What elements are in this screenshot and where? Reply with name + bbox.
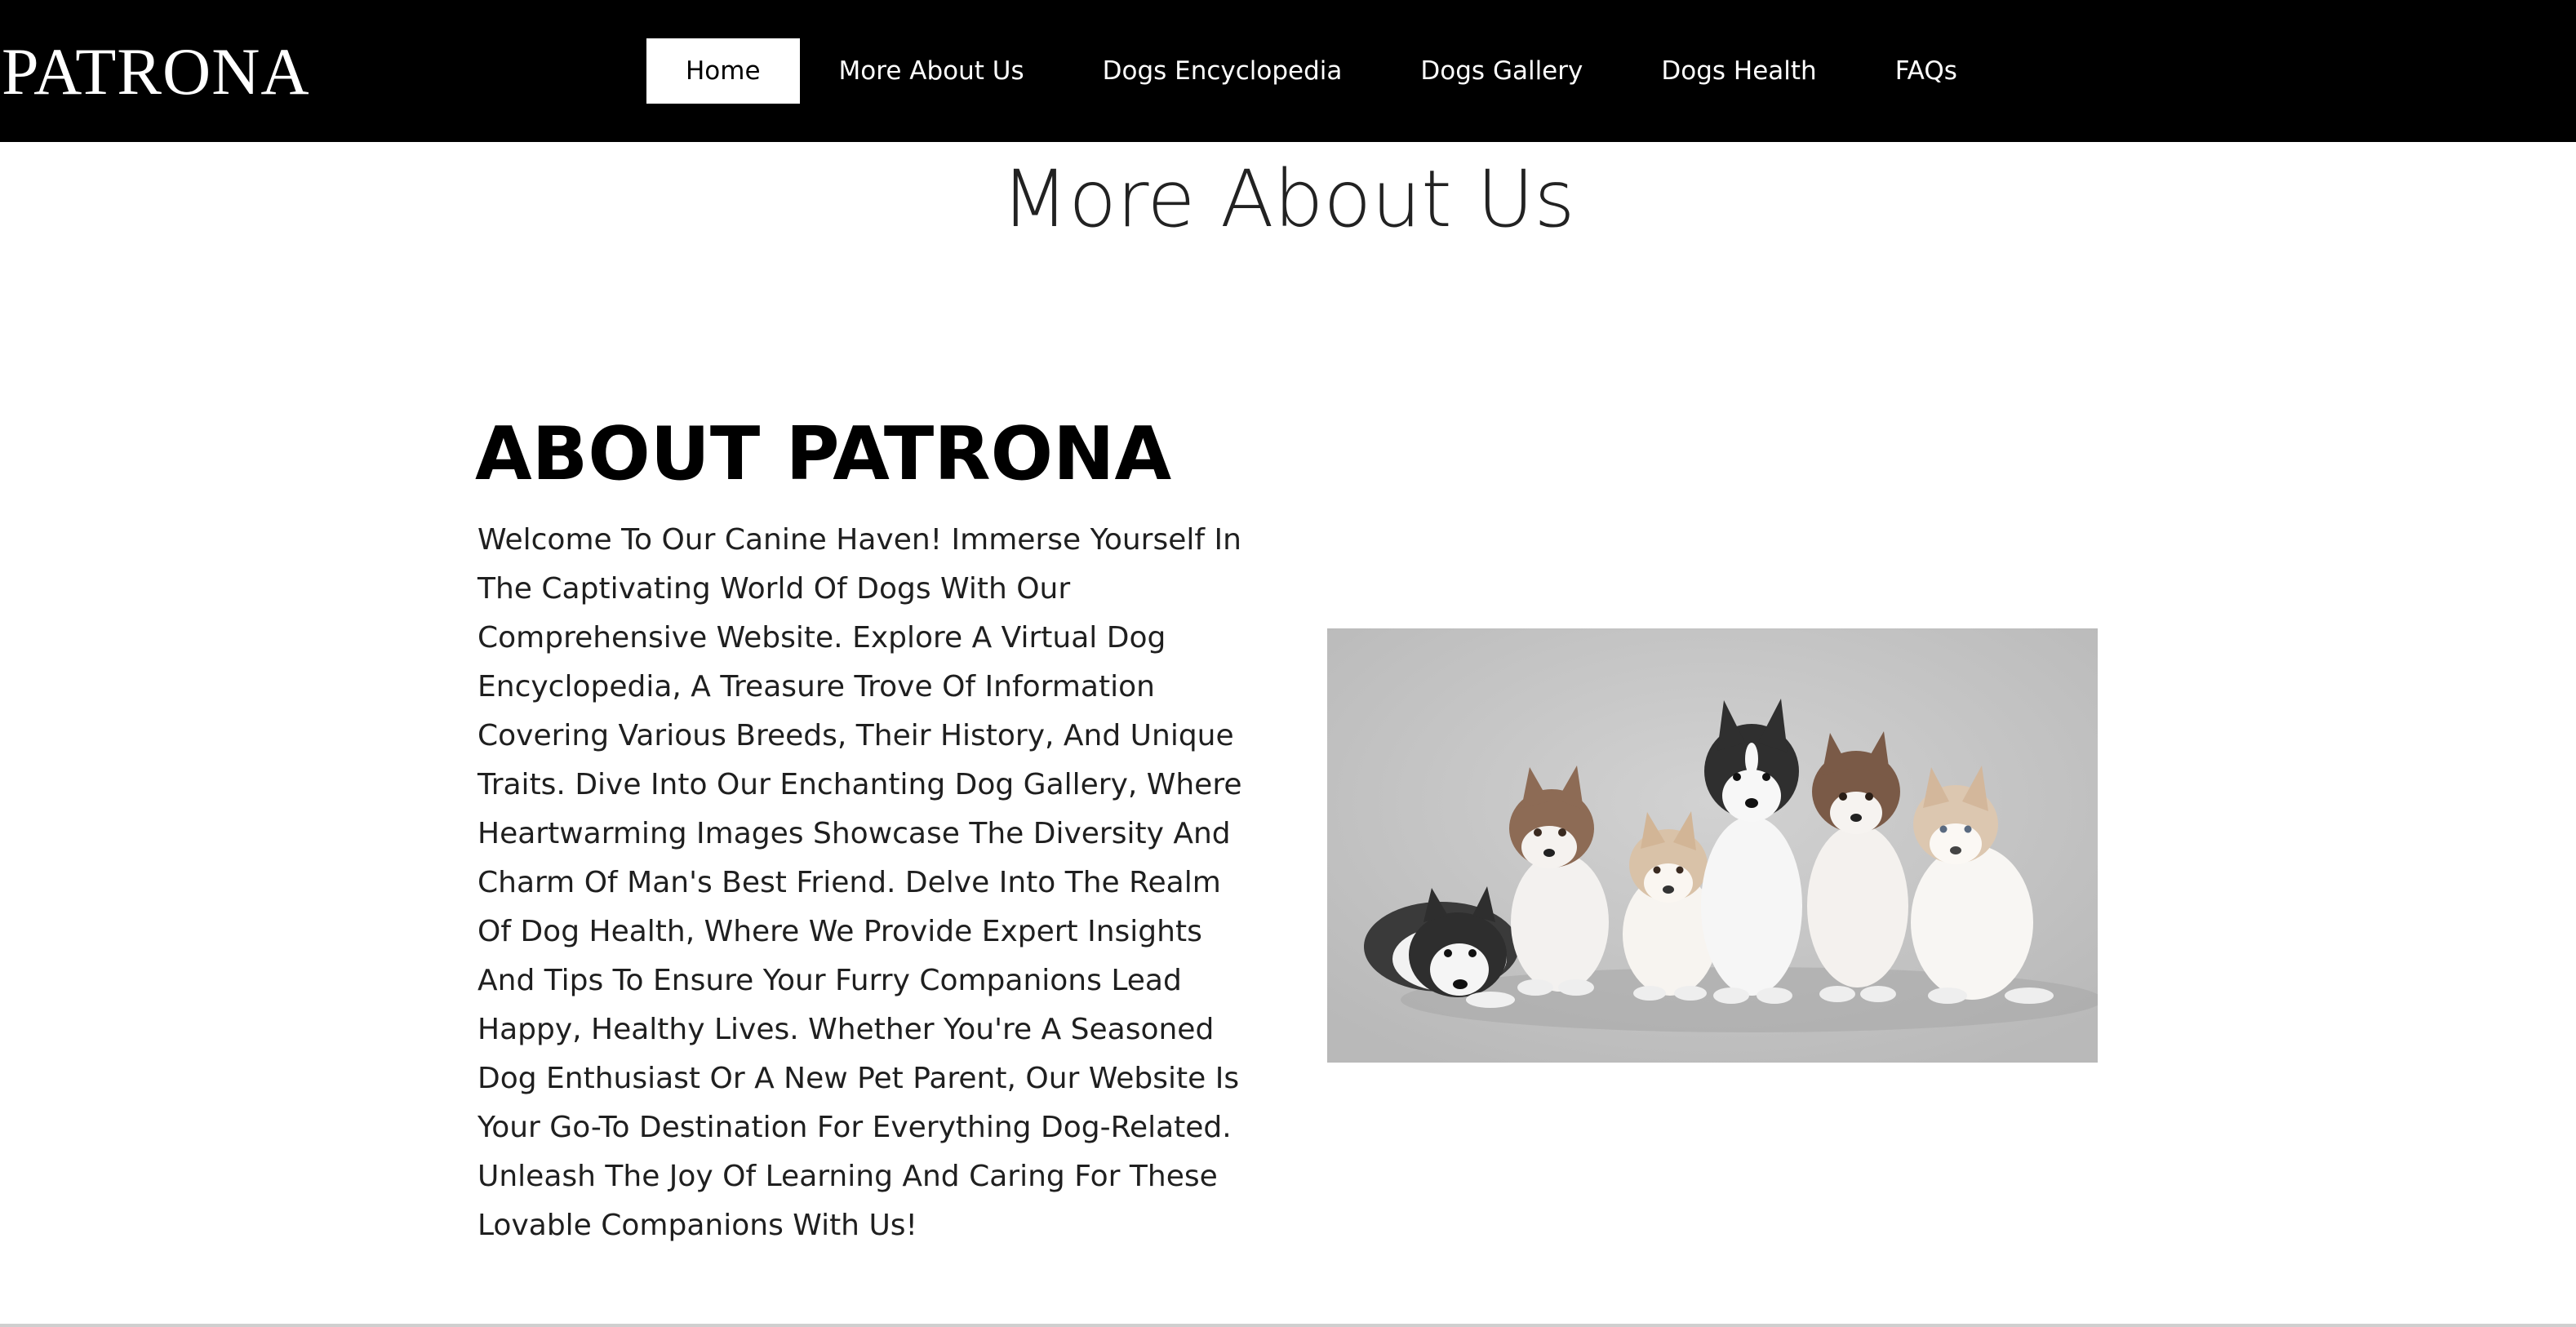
nav-item-dogs-encyclopedia[interactable]: Dogs Encyclopedia [1064,38,1382,104]
nav-item-home[interactable]: Home [646,38,800,104]
about-heading: ABOUT PATRONA [475,411,1172,497]
bottom-divider [0,1324,2576,1327]
nav-item-faqs[interactable]: FAQs [1856,38,1996,104]
top-navigation-bar: PATRONA Home More About Us Dogs Encyclop… [0,0,2576,142]
nav-item-dogs-gallery[interactable]: Dogs Gallery [1381,38,1622,104]
about-description: Welcome To Our Canine Haven! Immerse You… [477,523,1242,1242]
nav-item-more-about-us[interactable]: More About Us [800,38,1064,104]
husky-puppies-image [1327,628,2098,1063]
main-nav: Home More About Us Dogs Encyclopedia Dog… [646,38,1996,104]
site-logo[interactable]: PATRONA [2,31,310,113]
page-title: More About Us [1001,153,1575,245]
nav-item-dogs-health[interactable]: Dogs Health [1622,38,1855,104]
